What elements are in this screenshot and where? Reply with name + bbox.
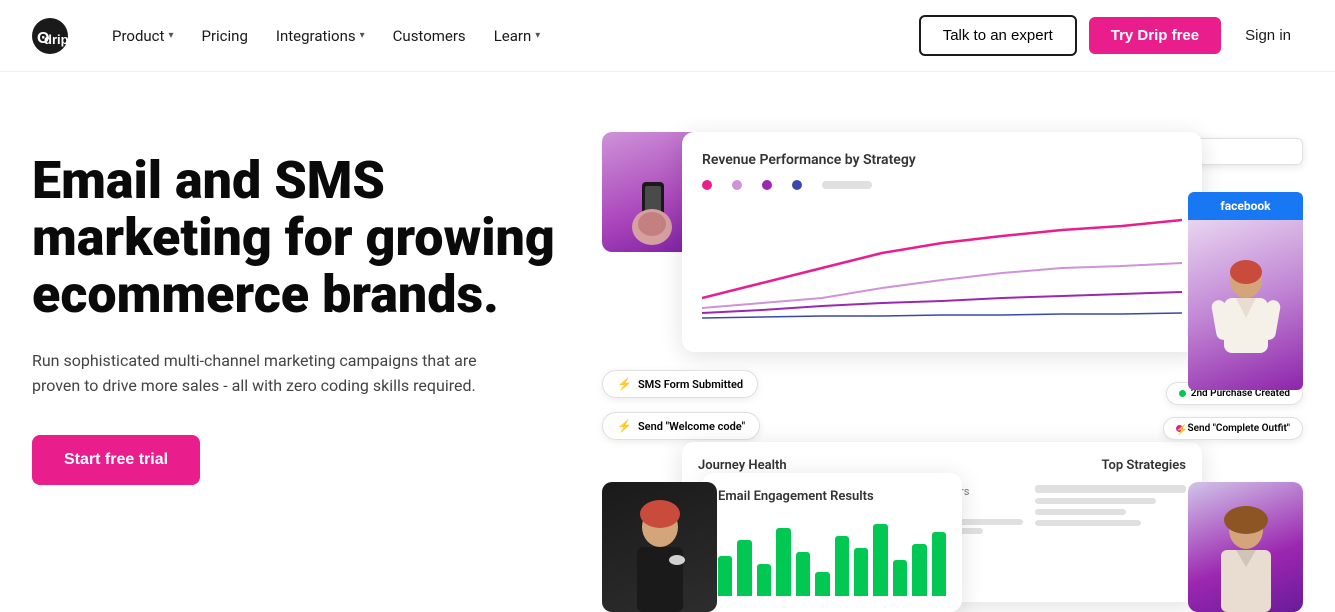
chevron-down-icon-2: ▾ <box>360 30 365 41</box>
bar-10 <box>893 560 907 596</box>
bar-6 <box>815 572 829 596</box>
top-strategies-col <box>1035 485 1186 586</box>
hero-section: Email and SMS marketing for growing ecom… <box>0 72 1335 612</box>
pink-bolt-icon: ⚡ <box>1176 425 1183 432</box>
nav-item-product[interactable]: Product ▾ <box>100 19 185 53</box>
navbar: ʘ drip Product ▾ Pricing Integrations ▾ … <box>0 0 1335 72</box>
hero-subtitle: Run sophisticated multi-channel marketin… <box>32 348 512 399</box>
facebook-card: facebook <box>1188 192 1303 390</box>
drip-logo-icon: ʘ drip <box>32 18 68 54</box>
bolt-icon: ⚡ <box>617 377 632 391</box>
nav-item-customers[interactable]: Customers <box>381 19 478 53</box>
bar-12 <box>932 532 946 596</box>
chart-legend <box>702 180 1182 190</box>
bar-11 <box>912 544 926 596</box>
revenue-card-title: Revenue Performance by Strategy <box>702 152 1182 168</box>
jacket-woman-illustration <box>1206 250 1286 390</box>
woman-right-illustration <box>1201 492 1291 612</box>
hero-image-woman-right <box>1188 482 1303 612</box>
welcome-code-pill: ⚡ Send "Welcome code" <box>602 412 760 440</box>
bar-1 <box>718 556 732 596</box>
journey-header: Journey Health Top Strategies <box>698 458 1186 473</box>
chevron-down-icon-3: ▾ <box>535 30 540 41</box>
hero-left: Email and SMS marketing for growing ecom… <box>32 132 582 485</box>
woman-left-illustration <box>615 492 705 612</box>
hero-image-woman-left <box>602 482 717 612</box>
bar-8 <box>854 548 868 596</box>
hero-illustration: Person viewed jackets Revenue Performanc… <box>602 132 1303 612</box>
email-card-title: Email Engagement Results <box>718 489 946 504</box>
svg-text:drip: drip <box>44 32 68 47</box>
nav-item-integrations[interactable]: Integrations ▾ <box>264 19 377 53</box>
email-engagement-card: Email Engagement Results <box>702 473 962 612</box>
journey-title: Journey Health <box>698 458 787 473</box>
logo[interactable]: ʘ drip <box>32 18 68 54</box>
bar-7 <box>835 536 849 596</box>
talk-to-expert-button[interactable]: Talk to an expert <box>919 15 1077 56</box>
bolt-icon-2: ⚡ <box>617 419 632 433</box>
chevron-down-icon: ▾ <box>168 30 173 41</box>
bar-5 <box>796 552 810 596</box>
sign-in-button[interactable]: Sign in <box>1233 19 1303 52</box>
email-bar-chart <box>718 516 946 596</box>
revenue-performance-card: Revenue Performance by Strategy <box>682 132 1202 352</box>
green-dot-icon <box>1179 390 1186 397</box>
complete-outfit-pill: ⚡ Send "Complete Outfit" <box>1163 417 1303 440</box>
bar-9 <box>873 524 887 596</box>
bar-4 <box>776 528 790 596</box>
start-free-trial-button[interactable]: Start free trial <box>32 435 200 485</box>
bar-3 <box>757 564 771 596</box>
nav-item-learn[interactable]: Learn ▾ <box>482 19 553 53</box>
bar-2 <box>737 540 751 596</box>
top-strategies-title: Top Strategies <box>1102 458 1186 473</box>
hero-title: Email and SMS marketing for growing ecom… <box>32 152 582 324</box>
nav-actions: Talk to an expert Try Drip free Sign in <box>919 15 1303 56</box>
try-drip-free-button[interactable]: Try Drip free <box>1089 17 1221 54</box>
sms-form-pill: ⚡ SMS Form Submitted <box>602 370 758 398</box>
nav-links: Product ▾ Pricing Integrations ▾ Custome… <box>100 19 919 53</box>
nav-item-pricing[interactable]: Pricing <box>189 19 259 53</box>
revenue-chart <box>702 198 1182 328</box>
phone-hand-illustration <box>622 172 682 252</box>
